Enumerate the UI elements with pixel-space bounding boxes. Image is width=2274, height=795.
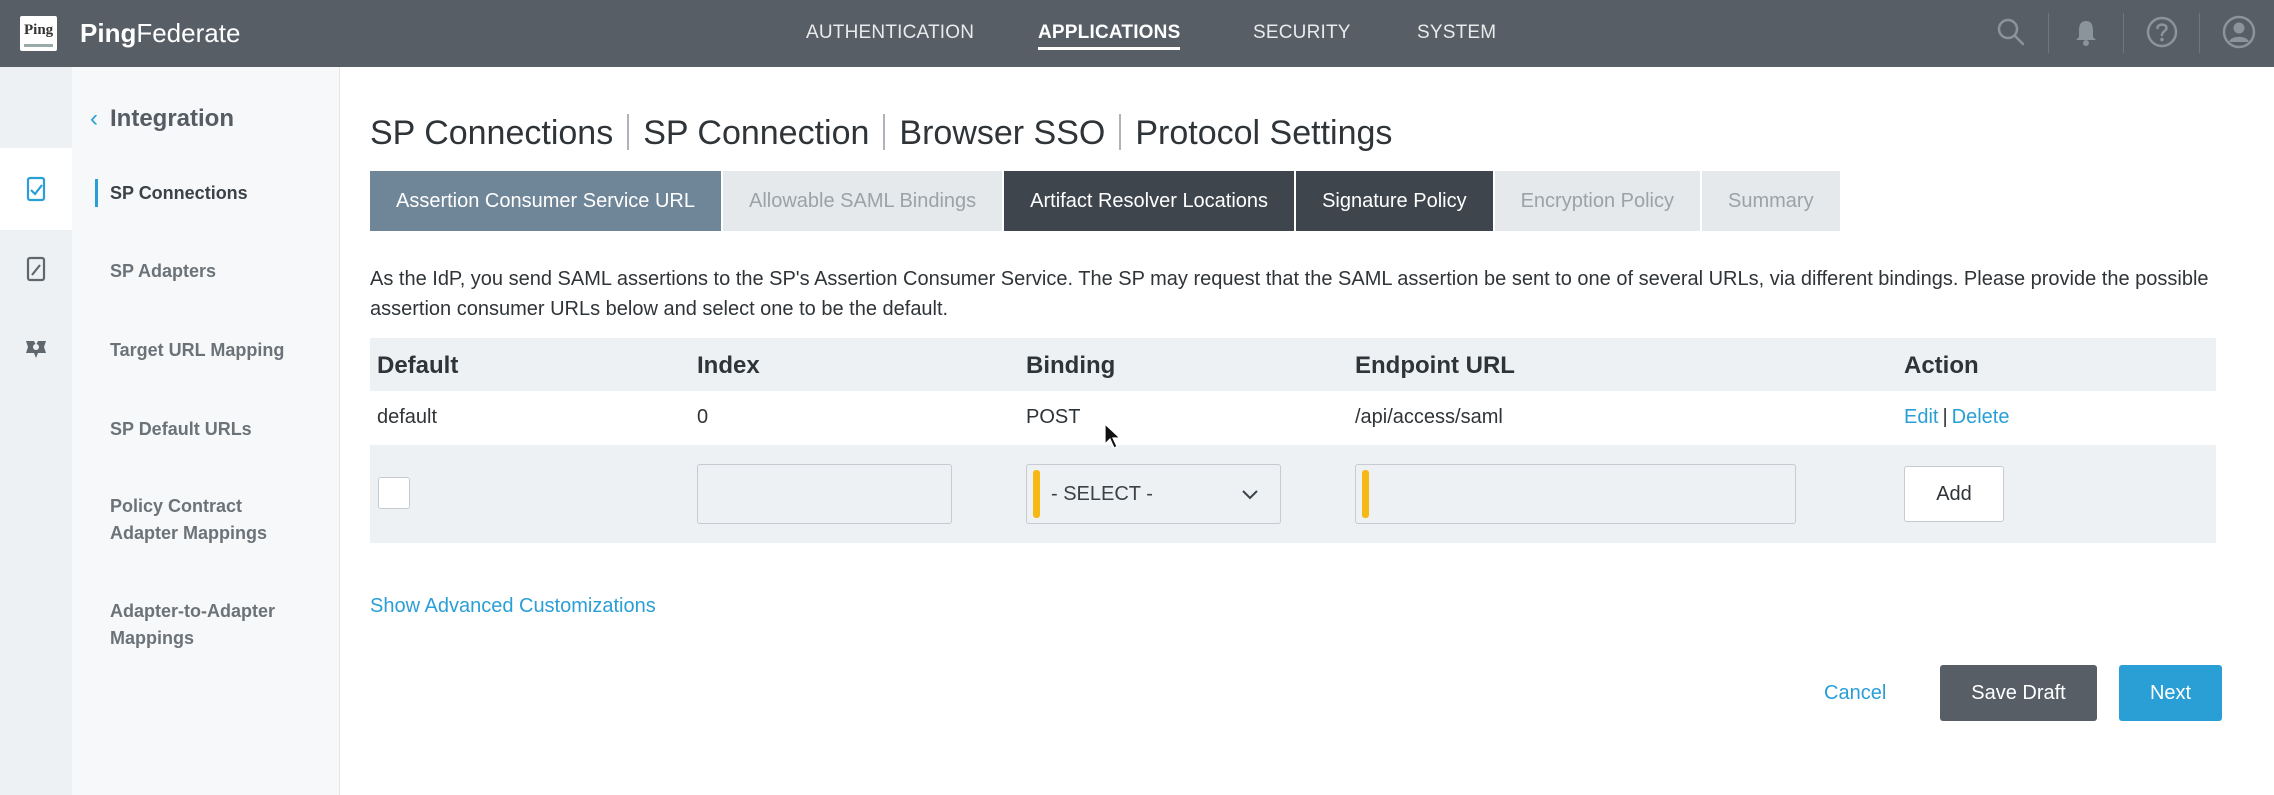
- default-checkbox[interactable]: [378, 477, 410, 509]
- breadcrumb: SP Connections SP Connection Browser SSO Pr…: [370, 114, 1392, 153]
- header-binding: Binding: [1026, 352, 1116, 379]
- nav-applications[interactable]: APPLICATIONS: [1038, 22, 1180, 44]
- sidebar-item-sp-connections[interactable]: SP Connections: [110, 180, 335, 207]
- top-bar: Ping PingFederate AUTHENTICATION APPLICA…: [0, 0, 2274, 67]
- required-indicator: [1362, 470, 1369, 518]
- cancel-button[interactable]: Cancel: [1824, 682, 1886, 705]
- sidebar-item-policy-contract-adapter-mappings[interactable]: Policy Contract Adapter Mappings: [110, 493, 300, 547]
- header-endpoint-url: Endpoint URL: [1355, 352, 1515, 379]
- tab-assertion-consumer-service-url[interactable]: Assertion Consumer Service URL: [370, 171, 721, 231]
- next-button[interactable]: Next: [2119, 665, 2222, 721]
- tab-artifact-resolver-locations[interactable]: Artifact Resolver Locations: [1004, 171, 1295, 231]
- tab-allowable-saml-bindings: Allowable SAML Bindings: [723, 171, 1003, 231]
- header-default: Default: [377, 352, 459, 379]
- nav-active-underline: [1038, 47, 1180, 50]
- table-header: Default Index Binding Endpoint URL Actio…: [370, 338, 2216, 391]
- sidebar-item-adapter-to-adapter-mappings[interactable]: Adapter-to-Adapter Mappings: [110, 598, 310, 652]
- header-index: Index: [697, 352, 760, 379]
- binding-select[interactable]: - SELECT -: [1026, 464, 1281, 524]
- sidebar-item-target-url-mapping[interactable]: Target URL Mapping: [110, 337, 335, 364]
- index-input[interactable]: [697, 464, 952, 524]
- endpoint-url-input[interactable]: [1355, 464, 1796, 524]
- breadcrumb-sp-connections: SP Connections: [370, 114, 614, 152]
- tab-signature-policy[interactable]: Signature Policy: [1296, 171, 1493, 231]
- table-row: default 0 POST /api/access/saml Edit | Del…: [370, 391, 2216, 445]
- required-indicator: [1033, 470, 1040, 518]
- nav-security[interactable]: SECURITY: [1253, 22, 1351, 44]
- wizard-tabs: Assertion Consumer Service URL Allowable…: [370, 171, 1842, 231]
- ping-logo[interactable]: Ping: [20, 16, 57, 51]
- cell-actions: Edit | Delete: [1904, 406, 2010, 428]
- help-icon[interactable]: [2144, 14, 2180, 50]
- cell-index: 0: [697, 406, 709, 428]
- new-entry-row: - SELECT - Add: [370, 445, 2216, 543]
- page-description: As the IdP, you send SAML assertions to …: [370, 268, 2209, 320]
- sidebar-item-sp-default-urls[interactable]: SP Default URLs: [110, 416, 335, 443]
- breadcrumb-browser-sso: Browser SSO: [899, 114, 1106, 152]
- nav-authentication[interactable]: AUTHENTICATION: [806, 22, 974, 44]
- brand-name[interactable]: PingFederate: [80, 18, 240, 49]
- bell-icon[interactable]: [2068, 14, 2104, 50]
- edit-link[interactable]: Edit: [1904, 406, 1938, 428]
- chevron-down-icon: [1242, 490, 1258, 500]
- binding-select-value: - SELECT -: [1051, 483, 1153, 505]
- logo-text: Ping: [24, 22, 54, 38]
- chevron-left-icon[interactable]: ‹: [90, 105, 98, 133]
- show-advanced-customizations-link[interactable]: Show Advanced Customizations: [370, 595, 656, 618]
- sidebar: ‹ Integration SP Connections SP Adapters…: [72, 67, 340, 795]
- sp-adapters-icon[interactable]: [22, 255, 50, 283]
- tab-summary: Summary: [1702, 171, 1840, 231]
- sidebar-item-sp-adapters[interactable]: SP Adapters: [110, 258, 335, 285]
- cell-endpoint-url: /api/access/saml: [1355, 406, 1503, 428]
- tab-encryption-policy: Encryption Policy: [1494, 171, 1700, 231]
- applications-icon[interactable]: [22, 175, 50, 203]
- active-indicator: [95, 179, 98, 207]
- user-icon[interactable]: [2221, 14, 2257, 50]
- breadcrumb-protocol-settings: Protocol Settings: [1135, 114, 1393, 152]
- nav-system[interactable]: SYSTEM: [1417, 22, 1496, 44]
- delete-link[interactable]: Delete: [1952, 406, 2010, 428]
- cell-default: default: [377, 406, 438, 428]
- icon-rail: [0, 67, 72, 795]
- save-draft-button[interactable]: Save Draft: [1940, 665, 2097, 721]
- breadcrumb-sp-connection: SP Connection: [643, 114, 870, 152]
- cell-binding: POST: [1026, 406, 1081, 428]
- header-action: Action: [1904, 352, 1979, 379]
- add-button[interactable]: Add: [1904, 466, 2004, 522]
- sidebar-title[interactable]: Integration: [110, 105, 234, 133]
- mouse-cursor-icon: [1104, 422, 1122, 449]
- search-icon[interactable]: [1993, 14, 2029, 50]
- acs-url-table: Default Index Binding Endpoint URL Actio…: [370, 338, 2216, 543]
- target-mapping-icon[interactable]: [22, 335, 50, 363]
